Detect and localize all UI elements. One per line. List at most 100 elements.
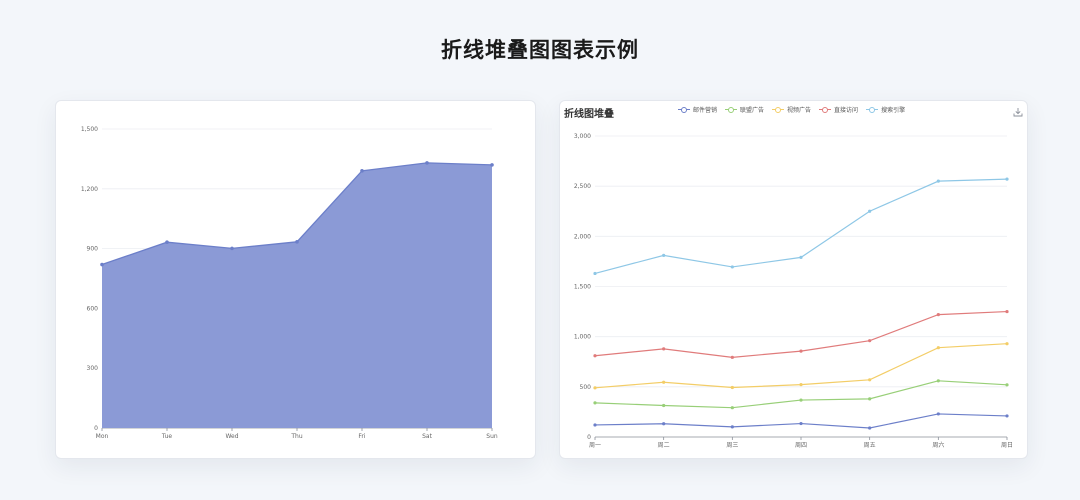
y-tick-label: 500: [580, 384, 592, 391]
data-point: [799, 383, 803, 387]
legend-label: 邮件营销: [693, 107, 718, 114]
legend-item[interactable]: 联盟广告: [725, 105, 764, 114]
legend-item[interactable]: 搜索引擎: [866, 105, 905, 114]
data-point: [1005, 342, 1009, 346]
series-line: [594, 413, 1008, 429]
legend-swatch-dot: [775, 106, 782, 113]
download-icon-glyph: [1013, 108, 1023, 117]
legend-swatch: [772, 106, 785, 114]
x-tick-label: 周六: [932, 441, 944, 449]
data-point: [799, 421, 803, 426]
y-tick-label: 1,500: [574, 284, 591, 291]
data-point: [360, 169, 364, 173]
x-tick-label: Wed: [225, 433, 238, 440]
legend-label: 直接访问: [834, 107, 859, 114]
area-fill: [102, 162, 492, 428]
data-point: [662, 403, 666, 408]
legend-label: 联盟广告: [740, 107, 765, 114]
y-tick-label: 2,000: [574, 233, 591, 240]
data-point: [868, 339, 872, 343]
legend-label: 搜索引擎: [881, 107, 906, 114]
x-tick-label: 周五: [864, 442, 876, 449]
legend-swatch-dot: [728, 106, 735, 113]
data-point: [100, 262, 104, 267]
data-point: [425, 161, 429, 165]
data-point: [165, 240, 169, 245]
data-point: [662, 253, 666, 257]
data-point: [730, 425, 734, 429]
legend-swatch-dot: [822, 106, 829, 113]
legend-swatch-dot: [681, 106, 687, 113]
data-point: [936, 179, 940, 183]
data-point: [730, 385, 734, 390]
area-chart: 0 300 600 900 1,200 1,500 Mon Tue Wed Thu Fri Sat Su…: [81, 126, 498, 440]
data-point: [936, 412, 940, 416]
data-point: [799, 349, 803, 353]
y-tick-label: 900: [87, 246, 99, 253]
x-tick-label: Tue: [161, 433, 173, 440]
stacked-line-chart-card: 0 500 1,000 1,500 2,000 2,500 3,000 周一 周二 周三 周四 周五 周…: [559, 100, 1028, 459]
page-title: 折线堆叠图图表示例: [441, 38, 639, 62]
data-point: [730, 355, 734, 359]
x-tick-label: Fri: [358, 433, 365, 440]
stacked-line-chart: 0 500 1,000 1,500 2,000 2,500 3,000 周一 周二 周三 周四 周五 周…: [574, 133, 1013, 449]
data-point: [230, 246, 234, 251]
data-point: [490, 163, 494, 167]
x-tick-label: 周二: [658, 442, 670, 449]
x-tick-label: 周日: [1001, 442, 1013, 449]
data-point: [868, 209, 872, 213]
data-point: [1005, 414, 1009, 418]
y-tick-label: 1,000: [574, 334, 591, 341]
data-point: [868, 397, 872, 401]
y-tick-label: 2,500: [574, 183, 591, 190]
y-tick-label: 600: [87, 305, 99, 312]
data-point: [868, 378, 872, 382]
legend-item[interactable]: 邮件营销: [678, 105, 717, 114]
data-point: [593, 401, 597, 405]
data-point: [799, 398, 803, 402]
x-tick-label: Sun: [486, 433, 498, 440]
legend-swatch: [866, 106, 879, 114]
download-icon[interactable]: [1013, 107, 1023, 117]
data-point: [662, 347, 666, 351]
x-tick-label: Thu: [290, 433, 302, 440]
data-point: [593, 386, 597, 390]
data-point: [662, 422, 666, 426]
data-point: [1005, 383, 1009, 387]
data-point: [295, 240, 299, 244]
data-point: [593, 271, 597, 276]
data-point: [662, 380, 666, 384]
x-tick-label: 周四: [795, 442, 807, 449]
chart-legend: 邮件营销 联盟广告 视频广告 直接访问 搜索引擎: [678, 105, 905, 114]
y-tick-label: 1,500: [81, 126, 98, 133]
legend-swatch: [725, 106, 738, 114]
legend-item[interactable]: 视频广告: [772, 105, 811, 114]
legend-swatch: [819, 106, 832, 114]
y-tick-label: 1,200: [81, 186, 98, 193]
data-point: [868, 426, 872, 430]
data-point: [1005, 309, 1009, 314]
y-tick-label: 300: [87, 365, 99, 372]
data-point: [593, 354, 597, 358]
data-point: [936, 312, 940, 317]
area-chart-card: 0 300 600 900 1,200 1,500 Mon Tue Wed Thu Fri Sat Su…: [55, 100, 536, 459]
data-point: [730, 406, 734, 410]
legend-label: 视频广告: [787, 107, 812, 114]
data-point: [936, 346, 940, 350]
x-tick-label: Sat: [422, 433, 432, 440]
data-point: [799, 255, 803, 260]
data-point: [936, 379, 940, 383]
y-tick-label: 3,000: [574, 133, 591, 140]
y-tick-label: 0: [94, 425, 98, 432]
data-point: [593, 423, 597, 427]
series-line: [594, 178, 1008, 275]
legend-swatch: [678, 106, 690, 114]
legend-item[interactable]: 直接访问: [819, 105, 858, 114]
legend-swatch-dot: [869, 106, 876, 113]
data-point: [730, 265, 734, 269]
page: 折线堆叠图图表示例 0 300 600 900 1,200 1,500 Mon Tue Wed T…: [0, 0, 1080, 500]
x-tick-label: 周一: [589, 442, 601, 449]
x-tick-label: Mon: [96, 433, 109, 440]
x-tick-label: 周三: [726, 442, 738, 449]
data-point: [1005, 177, 1009, 181]
